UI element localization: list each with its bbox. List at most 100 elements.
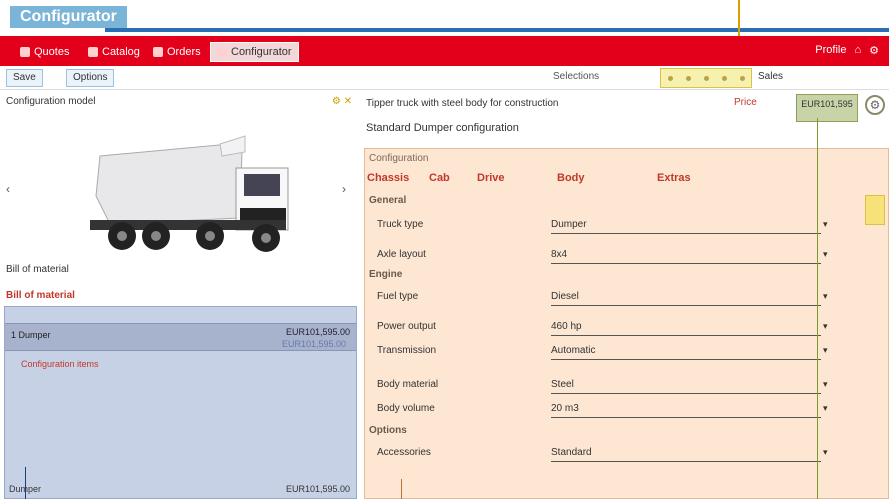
config-field-label: Power output: [377, 321, 436, 332]
tab-chassis[interactable]: Chassis: [367, 172, 409, 184]
tab-cab[interactable]: Cab: [429, 172, 450, 184]
config-tabs: Chassis Cab Drive Body Extras: [367, 169, 727, 189]
step-dot[interactable]: [703, 75, 709, 81]
config-field-value[interactable]: Dumper: [551, 219, 587, 230]
config-field-underline: [551, 233, 821, 234]
truck-image: [90, 135, 289, 252]
catalog-icon: [88, 47, 98, 57]
tab-quotes[interactable]: Quotes: [20, 44, 69, 60]
step-dot[interactable]: [667, 75, 673, 81]
tab-extras[interactable]: Extras: [657, 172, 691, 184]
model-header-label: Configuration model: [6, 96, 96, 107]
tab-configurator[interactable]: Configurator: [210, 42, 299, 62]
table-row[interactable]: 1 Dumper EUR101,595.00 EUR101,595.00: [5, 323, 356, 351]
chevron-down-icon[interactable]: ▾: [823, 345, 837, 359]
step-dot[interactable]: [721, 75, 727, 81]
config-field-value[interactable]: Automatic: [551, 345, 595, 356]
options-button[interactable]: Options: [66, 69, 115, 87]
config-field-value[interactable]: 8x4: [551, 249, 567, 260]
config-field-label: Fuel type: [377, 291, 419, 302]
title-bar: Configurator: [0, 0, 889, 70]
save-button[interactable]: Save: [6, 69, 43, 87]
chevron-down-icon[interactable]: ▾: [823, 219, 837, 233]
step-dot[interactable]: [739, 75, 745, 81]
config-field-underline: [551, 417, 821, 418]
quotes-icon: [20, 47, 30, 57]
orders-icon: [153, 47, 163, 57]
text-caret: [401, 479, 402, 499]
chevron-down-icon[interactable]: ▾: [823, 403, 837, 417]
text-caret: [25, 467, 26, 499]
model-header: Configuration model ⚙ ✕: [6, 96, 352, 110]
header-tools-icon[interactable]: ⚙ ✕: [332, 96, 352, 107]
bom-note: Configuration items: [21, 359, 99, 369]
bom-panel: 1 Dumper EUR101,595.00 EUR101,595.00 Con…: [4, 306, 357, 499]
config-field-underline: [551, 263, 821, 264]
config-field-label: Body material: [377, 379, 439, 390]
config-field-underline: [551, 305, 821, 306]
config-field-underline: [551, 461, 821, 462]
app-title: Configurator: [10, 6, 127, 28]
left-panel: Configuration model ⚙ ✕ ‹ › Bill of mate…: [0, 92, 358, 499]
chevron-down-icon[interactable]: ▾: [823, 291, 837, 305]
bom-row-name: 1 Dumper: [11, 330, 51, 340]
config-title: Configuration: [369, 153, 429, 164]
next-image-icon[interactable]: ›: [342, 182, 346, 196]
gear-icon[interactable]: ⚙: [869, 44, 879, 57]
bom-footer-total: EUR101,595.00: [285, 484, 350, 494]
config-field-underline: [551, 359, 821, 360]
config-field-label: Axle layout: [377, 249, 426, 260]
main-nav: Quotes Catalog Orders Configurator Profi…: [0, 36, 889, 66]
bom-header: Bill of material: [6, 264, 69, 275]
config-field-value[interactable]: Diesel: [551, 291, 579, 302]
config-side-tab[interactable]: [865, 195, 885, 225]
chevron-down-icon[interactable]: ▾: [823, 321, 837, 335]
tab-configurator-label: Configurator: [231, 46, 292, 58]
config-group-heading: Options: [369, 425, 407, 436]
config-field-value[interactable]: 20 m3: [551, 403, 579, 414]
bom-footer-label: Dumper: [9, 484, 42, 494]
configuration-panel: Configuration Chassis Cab Drive Body Ext…: [364, 148, 889, 499]
sales-label[interactable]: Sales: [758, 71, 783, 82]
bom-title: Bill of material: [6, 290, 75, 301]
step-dot[interactable]: [685, 75, 691, 81]
tab-orders-label: Orders: [167, 46, 201, 58]
home-icon[interactable]: ⌂: [854, 44, 861, 57]
tab-catalog[interactable]: Catalog: [88, 44, 140, 60]
price-label: Price: [734, 97, 757, 108]
config-field-underline: [551, 335, 821, 336]
column-marker-line: [817, 118, 818, 499]
config-field-label: Truck type: [377, 219, 424, 230]
bom-row-price: EUR101,595.00: [285, 327, 350, 337]
config-field-underline: [551, 393, 821, 394]
config-field-label: Accessories: [377, 447, 431, 458]
title-accent-line: [105, 28, 889, 32]
chevron-down-icon[interactable]: ▾: [823, 379, 837, 393]
config-field-value[interactable]: 460 hp: [551, 321, 582, 332]
configurator-icon: [217, 47, 227, 57]
product-subtitle: Standard Dumper configuration: [366, 122, 519, 134]
product-description: Tipper truck with steel body for constru…: [366, 98, 559, 109]
settings-gear-icon[interactable]: ⚙: [865, 95, 885, 115]
config-group-heading: Engine: [369, 269, 403, 280]
config-field-value[interactable]: Steel: [551, 379, 574, 390]
tab-orders[interactable]: Orders: [153, 44, 201, 60]
nav-right: Profile ⌂ ⚙: [815, 44, 879, 57]
profile-menu[interactable]: Profile: [815, 44, 846, 57]
tab-catalog-label: Catalog: [102, 46, 140, 58]
chevron-down-icon[interactable]: ▾: [823, 447, 837, 461]
bom-row-price-sub: EUR101,595.00: [281, 339, 346, 349]
price-box[interactable]: EUR101,595: [796, 94, 858, 122]
prev-image-icon[interactable]: ‹: [6, 182, 10, 196]
tab-drive[interactable]: Drive: [477, 172, 505, 184]
step-indicator[interactable]: [660, 68, 752, 88]
chevron-down-icon[interactable]: ▾: [823, 249, 837, 263]
right-panel: Tipper truck with steel body for constru…: [362, 92, 889, 499]
config-group-heading: General: [369, 195, 407, 206]
tab-quotes-label: Quotes: [34, 46, 70, 58]
config-field-value[interactable]: Standard: [551, 447, 592, 458]
config-field-label: Body volume: [377, 403, 435, 414]
selections-status: Selections: [553, 71, 600, 82]
tab-body[interactable]: Body: [557, 172, 585, 184]
config-field-label: Transmission: [377, 345, 437, 356]
